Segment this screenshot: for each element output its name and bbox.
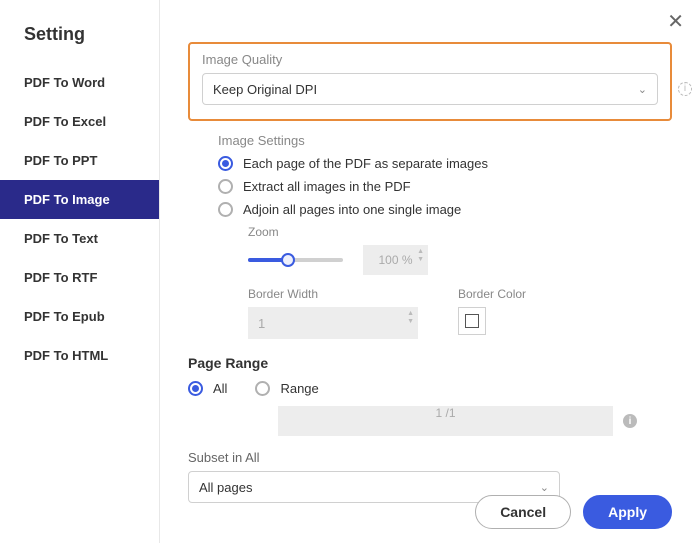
footer: Cancel Apply [475,495,672,529]
stepper-arrows-icon: ▲▼ [417,248,424,265]
radio-range-range[interactable]: Range [255,381,318,396]
slider-thumb[interactable] [281,253,295,267]
page-range-input[interactable]: 1 /1 [278,406,613,436]
radio-separate-images[interactable]: Each page of the PDF as separate images [218,156,672,171]
close-icon[interactable]: ✕ [663,8,688,36]
radio-label: Range [280,381,318,396]
border-width-input[interactable]: 1 ▲▼ [248,307,418,339]
radio-icon [218,179,233,194]
radio-icon [255,381,270,396]
sidebar-item-pdf-to-ppt[interactable]: PDF To PPT [0,141,159,180]
radio-icon [188,381,203,396]
sidebar-title: Setting [0,20,159,63]
image-quality-group: Image Quality Keep Original DPI ⌄ i [188,42,672,121]
subset-label: Subset in All [188,450,672,465]
color-swatch-icon [465,314,479,328]
zoom-slider[interactable] [248,250,343,270]
stepper-arrows-icon: ▲▼ [407,310,414,327]
sidebar-item-pdf-to-image[interactable]: PDF To Image [0,180,159,219]
image-quality-label: Image Quality [202,52,658,67]
sidebar-item-pdf-to-html[interactable]: PDF To HTML [0,336,159,375]
radio-label: All [213,381,227,396]
radio-extract-images[interactable]: Extract all images in the PDF [218,179,672,194]
image-settings-label: Image Settings [218,133,672,148]
sidebar-item-pdf-to-word[interactable]: PDF To Word [0,63,159,102]
main-panel: ✕ Image Quality Keep Original DPI ⌄ i Im… [160,0,700,543]
info-icon[interactable]: i [678,82,692,96]
sidebar-item-pdf-to-rtf[interactable]: PDF To RTF [0,258,159,297]
chevron-down-icon: ⌄ [540,481,549,494]
radio-label: Adjoin all pages into one single image [243,202,461,217]
sidebar-item-pdf-to-epub[interactable]: PDF To Epub [0,297,159,336]
cancel-button[interactable]: Cancel [475,495,571,529]
page-range-title: Page Range [188,355,672,371]
radio-icon [218,202,233,217]
zoom-section: Zoom 100 % ▲▼ [248,225,672,275]
chevron-down-icon: ⌄ [638,83,647,96]
zoom-value-text: 100 % [378,253,412,267]
radio-label: Extract all images in the PDF [243,179,411,194]
border-row: Border Width 1 ▲▼ Border Color [248,287,672,339]
border-color-picker[interactable] [458,307,486,335]
info-icon[interactable]: i [623,414,637,428]
border-width-value: 1 [258,316,265,331]
sidebar-item-pdf-to-text[interactable]: PDF To Text [0,219,159,258]
subset-value: All pages [199,480,252,495]
image-quality-value: Keep Original DPI [213,82,317,97]
border-width-label: Border Width [248,287,418,301]
page-range-value: 1 /1 [435,406,455,420]
apply-button[interactable]: Apply [583,495,672,529]
radio-adjoin-pages[interactable]: Adjoin all pages into one single image [218,202,672,217]
sidebar: Setting PDF To Word PDF To Excel PDF To … [0,0,160,543]
image-quality-select[interactable]: Keep Original DPI ⌄ [202,73,658,105]
zoom-value-stepper[interactable]: 100 % ▲▼ [363,245,428,275]
radio-range-all[interactable]: All [188,381,227,396]
radio-icon [218,156,233,171]
sidebar-item-pdf-to-excel[interactable]: PDF To Excel [0,102,159,141]
zoom-label: Zoom [248,225,672,239]
radio-label: Each page of the PDF as separate images [243,156,488,171]
border-color-label: Border Color [458,287,526,301]
